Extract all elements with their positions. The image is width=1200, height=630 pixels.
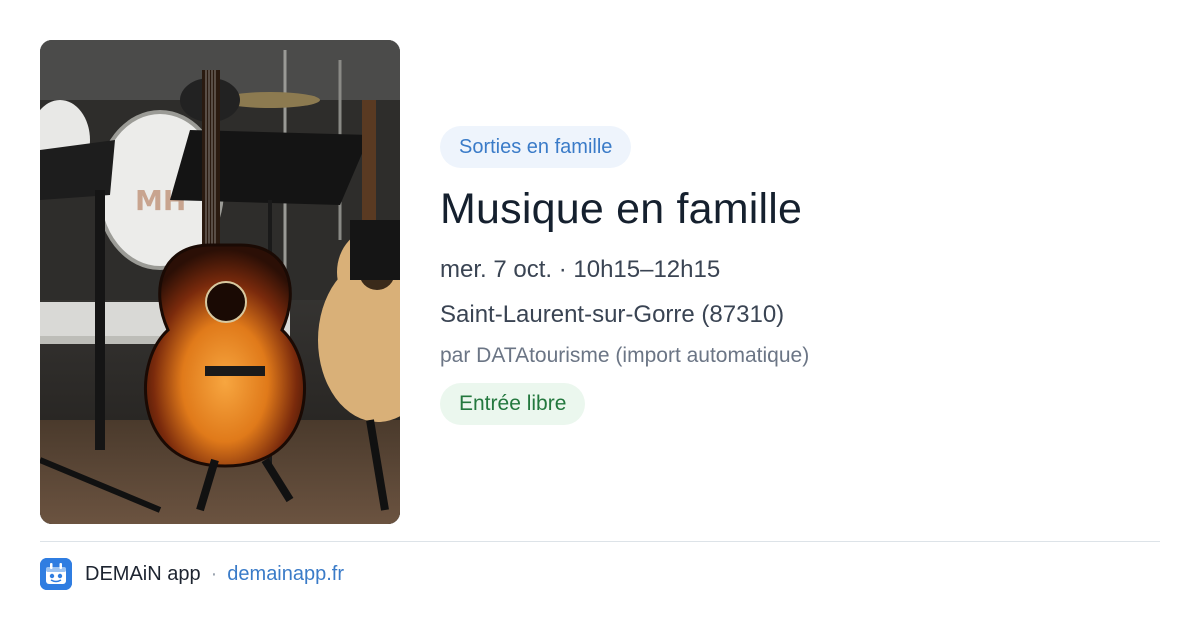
price-badge: Entrée libre xyxy=(440,383,586,425)
demain-app-logo-icon xyxy=(40,558,72,590)
footer-separator: · xyxy=(210,562,218,585)
app-name: DEMAiN app xyxy=(85,562,201,585)
event-title: Musique en famille xyxy=(440,185,803,233)
footer: DEMAiN app · demainapp.fr xyxy=(40,558,344,590)
event-datetime: mer. 7 oct. · 10h15–12h15 xyxy=(440,256,721,283)
guitar-photo: MH xyxy=(40,40,400,524)
event-source: par DATAtourisme (import automatique) xyxy=(440,344,810,367)
footer-divider xyxy=(40,541,1160,542)
category-badge[interactable]: Sorties en famille xyxy=(440,126,632,168)
event-details: Sorties en famille Musique en famille me… xyxy=(440,126,1160,425)
event-location: Saint-Laurent-sur-Gorre (87310) xyxy=(440,301,785,328)
event-image: MH xyxy=(40,40,400,524)
app-url-link[interactable]: demainapp.fr xyxy=(227,563,344,586)
